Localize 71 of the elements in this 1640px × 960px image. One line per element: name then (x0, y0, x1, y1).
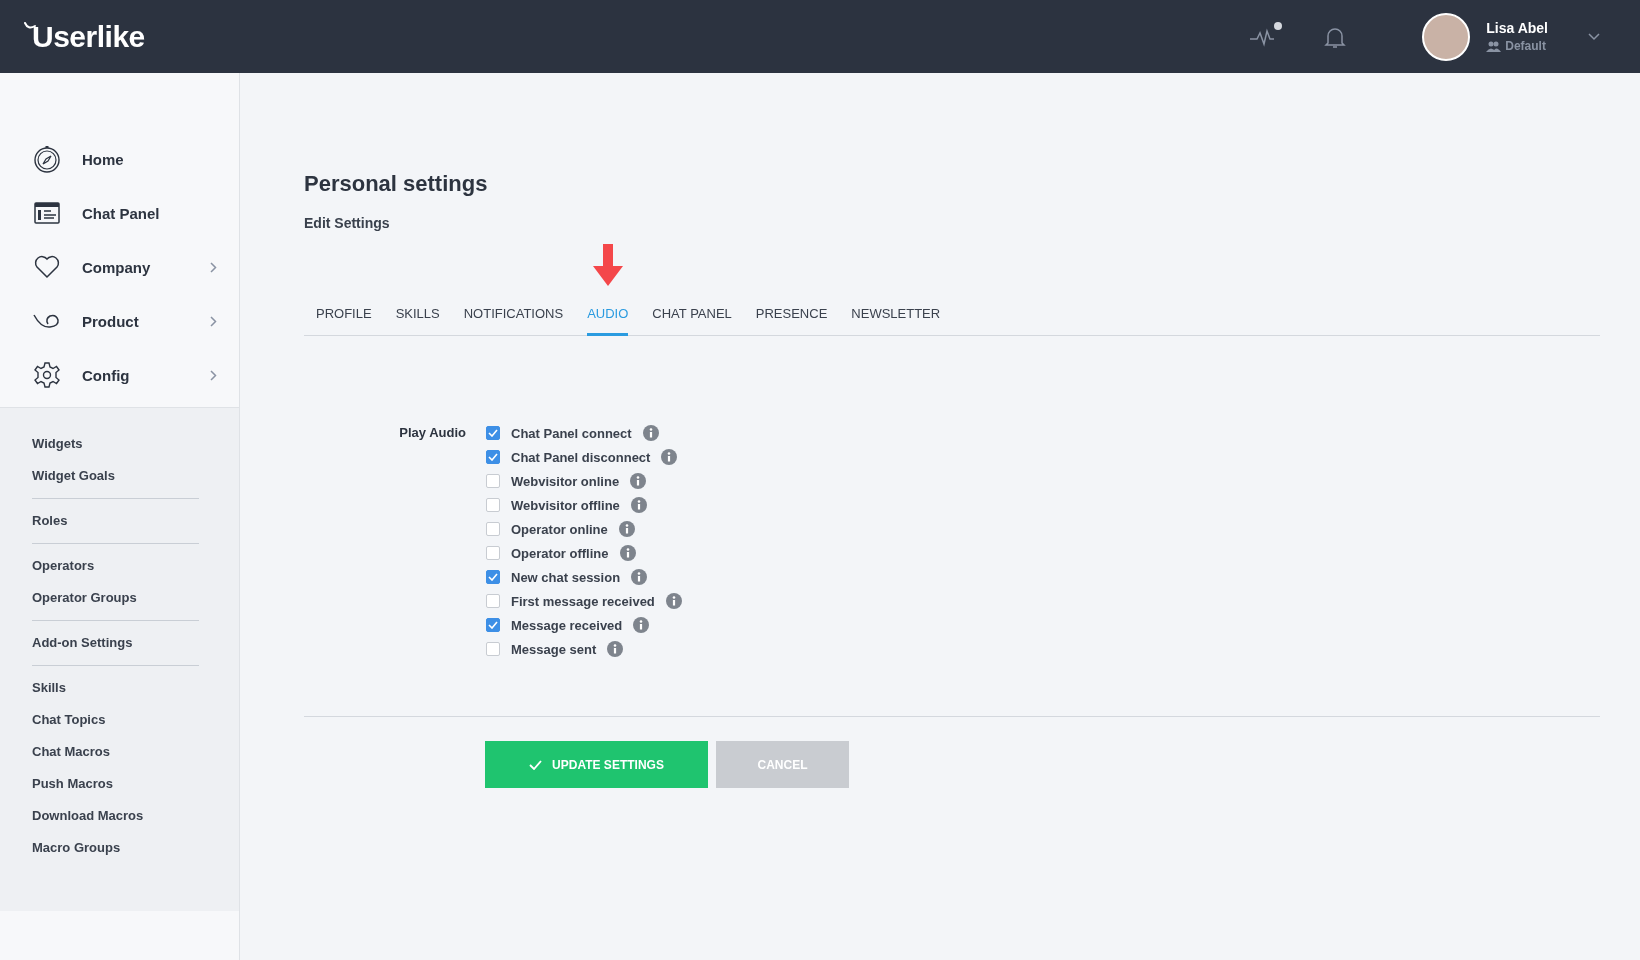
sidebar-link[interactable]: Operators (32, 550, 199, 582)
checkbox[interactable] (486, 546, 500, 560)
checkbox-label: Chat Panel disconnect (511, 449, 651, 465)
sidebar-link[interactable]: Chat Macros (32, 736, 199, 768)
checkbox-label: Operator online (511, 521, 608, 537)
info-icon[interactable] (619, 545, 636, 561)
info-icon[interactable] (607, 641, 624, 657)
tab[interactable]: PROFILE (316, 306, 372, 336)
checkbox-label: Webvisitor offline (511, 497, 620, 513)
tab[interactable]: NEWSLETTER (851, 306, 941, 336)
checkbox[interactable] (486, 426, 500, 440)
info-icon[interactable] (633, 617, 650, 633)
activity-icon[interactable] (1248, 21, 1283, 48)
sidebar-link[interactable]: Operator Groups (32, 582, 199, 614)
tab[interactable]: NOTIFICATIONS (463, 306, 564, 336)
sidebar-link[interactable]: Roles (32, 505, 199, 537)
nav-item[interactable]: Config (32, 361, 239, 389)
checkbox-label: Message received (511, 617, 623, 633)
sidebar-link[interactable]: Chat Topics (32, 704, 199, 736)
check-icon (529, 759, 543, 770)
nav-label: Config (82, 366, 131, 384)
sidebar-link[interactable]: Download Macros (32, 800, 199, 832)
nav-label: Home (82, 150, 125, 168)
info-icon[interactable] (631, 569, 648, 585)
checkbox[interactable] (486, 570, 500, 584)
checkbox[interactable] (486, 522, 500, 536)
checkbox-label: Operator offline (511, 545, 609, 561)
tab[interactable]: SKILLS (395, 306, 440, 336)
compass-icon (32, 145, 62, 173)
page-subtitle: Edit Settings (304, 215, 391, 231)
nav-label: Chat Panel (82, 204, 161, 222)
checkbox[interactable] (486, 450, 500, 464)
checkbox[interactable] (486, 474, 500, 488)
checkbox-label: Webvisitor online (511, 473, 620, 489)
tab[interactable]: PRESENCE (755, 306, 828, 336)
users-icon (1486, 40, 1502, 52)
info-icon[interactable] (661, 449, 678, 465)
nav-item[interactable]: Chat Panel (32, 199, 239, 227)
checkbox[interactable] (486, 642, 500, 656)
nav-label: Company (82, 258, 152, 276)
field-label: Play Audio (398, 424, 467, 442)
info-icon[interactable] (642, 425, 659, 441)
checkbox-label: First message received (511, 593, 655, 609)
page-title: Personal settings (304, 171, 489, 197)
user-name: Lisa Abel (1486, 20, 1548, 36)
sidebar-link[interactable]: Skills (32, 672, 199, 704)
nav-item[interactable]: Product (32, 307, 239, 335)
checkbox-label: New chat session (511, 569, 621, 585)
heart-icon (32, 255, 62, 279)
sidebar-link[interactable]: Widget Goals (32, 460, 199, 492)
checkbox[interactable] (486, 618, 500, 632)
nav-item[interactable]: Company (32, 253, 239, 281)
checkbox[interactable] (486, 498, 500, 512)
nav-item[interactable]: Home (32, 145, 239, 173)
sidebar-link[interactable]: Push Macros (32, 768, 199, 800)
sidebar-link[interactable]: Widgets (32, 428, 199, 460)
info-icon[interactable] (630, 473, 647, 489)
info-icon[interactable] (618, 521, 635, 537)
user-group: Default (1505, 39, 1546, 53)
info-icon[interactable] (630, 497, 647, 513)
nav-label: Product (82, 312, 140, 330)
sidebar-link[interactable]: Add-on Settings (32, 627, 199, 659)
chevron-down-icon[interactable] (1588, 32, 1600, 41)
tab[interactable]: CHAT PANEL (652, 306, 732, 336)
sidebar-link[interactable]: Macro Groups (32, 832, 199, 864)
checkbox[interactable] (486, 594, 500, 608)
window-icon (32, 202, 62, 224)
info-icon[interactable] (665, 593, 682, 609)
gear-icon (32, 362, 62, 388)
checkbox-label: Message sent (511, 641, 597, 657)
checkbox-label: Chat Panel connect (511, 425, 632, 441)
